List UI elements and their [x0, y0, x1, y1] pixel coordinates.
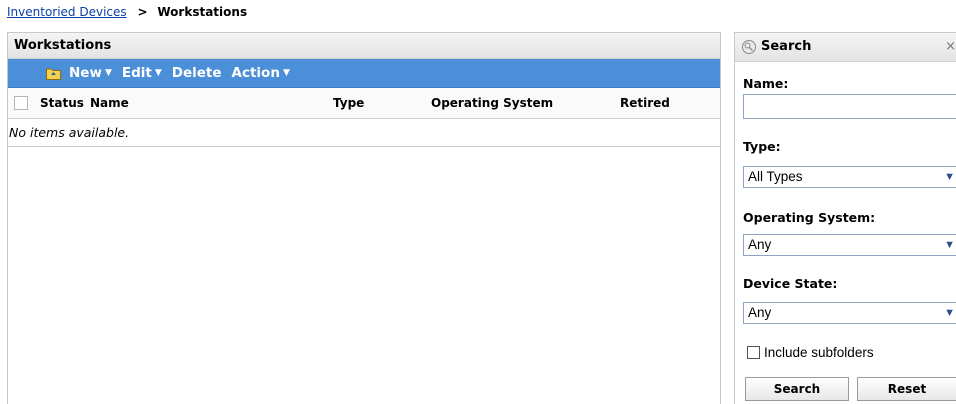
column-type[interactable]: Type	[333, 96, 364, 110]
workstations-panel: Workstations New ▼ Edit ▼ Delete Action …	[7, 32, 721, 404]
breadcrumb: Inventoried Devices > Workstations	[7, 5, 247, 19]
reset-button[interactable]: Reset	[857, 377, 956, 401]
name-input[interactable]	[743, 94, 956, 119]
include-subfolders-label: Include subfolders	[764, 345, 874, 360]
chevron-down-icon: ▼	[944, 171, 955, 183]
action-menu-button[interactable]: Action ▼	[232, 65, 290, 81]
new-folder-icon	[46, 68, 61, 80]
operating-system-select-value: Any	[748, 237, 772, 252]
breadcrumb-separator: >	[137, 5, 148, 19]
operating-system-label: Operating System:	[743, 210, 876, 225]
search-button[interactable]: Search	[745, 377, 849, 401]
select-all-checkbox[interactable]	[14, 96, 28, 110]
device-state-label: Device State:	[743, 276, 838, 291]
operating-system-select[interactable]: Any ▼	[743, 234, 956, 256]
edit-menu-button[interactable]: Edit ▼	[122, 65, 162, 81]
search-header: Search ×	[735, 32, 956, 62]
chevron-down-icon: ▼	[104, 68, 112, 78]
chevron-down-icon: ▼	[944, 239, 955, 251]
new-menu-button[interactable]: New ▼	[46, 65, 112, 81]
column-operating-system[interactable]: Operating System	[431, 96, 553, 110]
new-label: New	[69, 65, 102, 81]
search-title: Search	[761, 39, 812, 54]
toolbar: New ▼ Edit ▼ Delete Action ▼	[8, 59, 720, 88]
empty-message: No items available.	[8, 119, 720, 147]
close-icon[interactable]: ×	[945, 33, 956, 61]
device-state-select[interactable]: Any ▼	[743, 302, 956, 324]
chevron-down-icon: ▼	[282, 68, 290, 78]
edit-label: Edit	[121, 65, 152, 81]
action-label: Action	[231, 65, 280, 81]
include-subfolders[interactable]: Include subfolders	[747, 345, 874, 360]
table-header: Status Name Type Operating System Retire…	[8, 88, 720, 119]
chevron-down-icon: ▼	[154, 68, 162, 78]
type-label: Type:	[743, 139, 781, 154]
column-name[interactable]: Name	[90, 96, 129, 110]
include-subfolders-checkbox[interactable]	[747, 346, 760, 359]
type-select-value: All Types	[748, 169, 803, 184]
name-label: Name:	[743, 76, 789, 91]
panel-title: Workstations	[8, 33, 720, 59]
device-state-select-value: Any	[748, 305, 772, 320]
chevron-down-icon: ▼	[944, 307, 955, 319]
column-retired[interactable]: Retired	[620, 96, 670, 110]
type-select[interactable]: All Types ▼	[743, 166, 956, 188]
delete-button[interactable]: Delete	[172, 65, 222, 81]
search-panel: Search × Name: Type: All Types ▼ Operati…	[734, 32, 956, 404]
breadcrumb-current: Workstations	[157, 5, 248, 19]
column-status[interactable]: Status	[40, 96, 84, 110]
search-panel-icon	[742, 40, 756, 54]
breadcrumb-inventoried-devices-link[interactable]: Inventoried Devices	[7, 5, 127, 19]
